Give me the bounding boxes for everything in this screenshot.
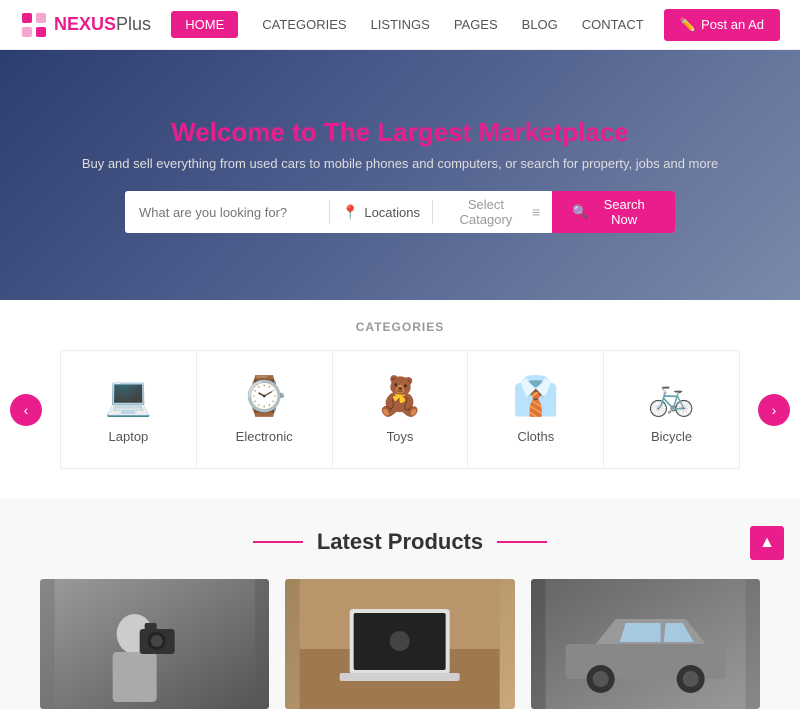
category-label-laptop: Laptop [109,429,149,444]
category-label-electronic: Electronic [236,429,293,444]
category-select-button[interactable]: Select Catagory ≡ [433,191,552,233]
hero-section: Welcome to The Largest Marketplace Buy a… [0,50,800,300]
latest-products-title: Latest Products [317,529,483,555]
hero-subtitle: Buy and sell everything from used cars t… [40,156,760,171]
logo-icon [20,11,48,39]
search-icon: 🔍 [572,204,588,220]
category-card-laptop[interactable]: 💻 Laptop [61,351,197,468]
title-line-right [497,541,547,543]
electronic-icon: ⌚ [241,375,288,419]
navbar: NEXUSPlus HOME CATEGORIES LISTINGS PAGES… [0,0,800,50]
nav-categories[interactable]: CATEGORIES [262,17,346,32]
post-ad-button[interactable]: ✏️ Post an Ad [664,9,780,41]
categories-section: CATEGORIES ‹ 💻 Laptop ⌚ Electronic 🧸 Toy… [0,300,800,499]
logo: NEXUSPlus [20,11,151,39]
bicycle-icon: 🚲 [648,375,695,419]
product-card-camera[interactable] [40,579,269,709]
categories-section-title: CATEGORIES [0,320,800,334]
menu-lines-icon: ≡ [532,204,540,220]
categories-slider: ‹ 💻 Laptop ⌚ Electronic 🧸 Toys 👔 Cloths … [60,350,740,469]
product-image-car [531,579,760,709]
cloths-icon: 👔 [512,375,559,419]
nav-pages[interactable]: PAGES [454,17,498,32]
category-label-toys: Toys [387,429,414,444]
nav-blog[interactable]: BLOG [522,17,558,32]
logo-text: NEXUSPlus [54,14,151,35]
laptop-icon: 💻 [105,375,152,419]
hero-title: Welcome to The Largest Marketplace [40,117,760,148]
section-title: Latest Products [40,529,760,555]
hero-content: Welcome to The Largest Marketplace Buy a… [0,117,800,233]
nav-listings[interactable]: LISTINGS [371,17,430,32]
category-card-bicycle[interactable]: 🚲 Bicycle [604,351,739,468]
nav-links: HOME CATEGORIES LISTINGS PAGES BLOG CONT… [171,11,643,38]
location-icon: 📍 [342,204,359,221]
product-card-car[interactable] [531,579,760,709]
edit-icon: ✏️ [680,17,696,33]
search-input[interactable] [125,191,329,233]
category-label-cloths: Cloths [517,429,554,444]
category-card-electronic[interactable]: ⌚ Electronic [197,351,333,468]
scroll-to-top-button[interactable]: ▲ [750,526,784,560]
search-bar: 📍 Locations Select Catagory ≡ 🔍 Search N… [125,191,675,233]
search-button[interactable]: 🔍 Search Now [552,191,675,233]
latest-products-section: Latest Products [0,499,800,709]
products-grid [40,579,760,709]
product-card-laptop[interactable] [285,579,514,709]
toys-icon: 🧸 [376,375,423,419]
nav-contact[interactable]: CONTACT [582,17,644,32]
prev-button[interactable]: ‹ [10,394,42,426]
categories-grid: 💻 Laptop ⌚ Electronic 🧸 Toys 👔 Cloths 🚲 … [60,350,740,469]
product-image-camera [40,579,269,709]
nav-home[interactable]: HOME [171,11,238,38]
product-image-laptop [285,579,514,709]
next-button[interactable]: › [758,394,790,426]
category-label-bicycle: Bicycle [651,429,692,444]
category-card-toys[interactable]: 🧸 Toys [333,351,469,468]
title-line-left [253,541,303,543]
location-button[interactable]: 📍 Locations [330,191,432,233]
category-card-cloths[interactable]: 👔 Cloths [468,351,604,468]
